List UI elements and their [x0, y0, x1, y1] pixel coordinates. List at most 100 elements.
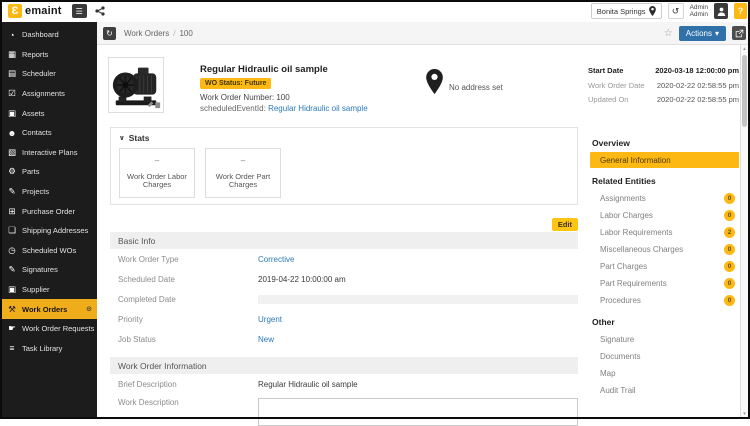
help-button[interactable]: ?	[734, 3, 747, 19]
right-nav-item-assignments[interactable]: Assignments0	[590, 190, 739, 207]
sitemap-share-button[interactable]	[95, 6, 105, 16]
right-nav-item-map[interactable]: Map	[590, 365, 739, 382]
sidebar-item-work-orders[interactable]: ⚒Work Orders⊙	[0, 299, 97, 319]
sidebar-item-parts[interactable]: ⚙Parts	[0, 162, 97, 182]
purchase-order-icon: ⊞	[7, 206, 17, 217]
sidebar-item-purchase-order[interactable]: ⊞ Purchase Order	[0, 201, 97, 221]
hamburger-menu-button[interactable]: ☰	[72, 4, 87, 18]
count-badge: 0	[724, 295, 735, 306]
user-first-name: Admin	[690, 4, 708, 11]
sidebar-item-label: Supplier	[22, 285, 50, 294]
right-nav-item-labor-charges[interactable]: Labor Charges0	[590, 207, 739, 224]
stats-header[interactable]: ∨ Stats	[111, 128, 577, 146]
field-row-job-status: Job StatusNew	[110, 329, 578, 349]
field-input-work-description[interactable]	[258, 398, 578, 426]
field-value-priority[interactable]: Urgent	[258, 315, 578, 324]
breadcrumb: Work Orders / 100	[124, 29, 193, 38]
sidebar-item-contacts[interactable]: ☻Contacts	[0, 123, 97, 143]
shipping-addresses-icon: ❏	[7, 225, 17, 236]
stat-label: Work Order Part Charges	[206, 173, 280, 190]
right-nav-header-other: Other	[592, 317, 739, 327]
scrollbar-thumb[interactable]	[742, 55, 747, 127]
field-label: Completed Date	[118, 295, 258, 304]
share-icon	[95, 6, 105, 16]
right-nav-item-documents[interactable]: Documents	[590, 348, 739, 365]
sidebar-item-assets[interactable]: ▣Assets	[0, 103, 97, 123]
stats-title: Stats	[129, 133, 150, 143]
sidebar-item-label: Purchase Order	[22, 207, 75, 216]
date-value: 2020-02-22 02:58:55 pm	[657, 93, 739, 108]
user-menu-button[interactable]	[714, 3, 728, 19]
field-row-scheduled-date: Scheduled Date2019-04-22 10:00:00 am	[110, 269, 578, 289]
sidebar-item-task-library[interactable]: ≡Task Library	[0, 339, 97, 359]
site-name: Bonita Springs	[597, 7, 646, 16]
trash-icon	[155, 102, 160, 108]
right-nav-item-procedures[interactable]: Procedures0	[590, 292, 739, 309]
user-last-name: Admin	[690, 11, 708, 18]
sidebar-item-interactive-plans[interactable]: ▧Interactive Plans	[0, 143, 97, 163]
right-nav-item-general-information[interactable]: General Information	[590, 152, 739, 168]
stat-card-work-order-part-charges: –Work Order Part Charges	[205, 148, 281, 198]
person-icon	[717, 7, 726, 16]
scroll-down-arrow[interactable]: ▼	[741, 411, 748, 416]
sidebar-item-projects[interactable]: ✎Projects	[0, 182, 97, 202]
right-nav-item-label: Miscellaneous Charges	[600, 245, 683, 254]
work-orders-icon: ⚒	[7, 304, 17, 315]
field-value-scheduled-date: 2019-04-22 10:00:00 am	[258, 275, 578, 284]
empty-field-completed-date[interactable]	[258, 295, 578, 304]
sidebar-item-dashboard[interactable]: ◔Dashboard	[0, 25, 97, 45]
sidebar-item-assignments[interactable]: ☑Assignments	[0, 84, 97, 104]
external-link-icon	[735, 29, 744, 38]
asset-photo[interactable]	[108, 57, 164, 113]
sidebar-item-scheduled-wos[interactable]: ◷Scheduled WOs	[0, 241, 97, 261]
site-selector[interactable]: Bonita Springs	[591, 3, 662, 19]
right-nav-item-miscellaneous-charges[interactable]: Miscellaneous Charges0	[590, 241, 739, 258]
scheduled-wos-icon: ◷	[7, 245, 17, 256]
right-nav-item-labor-requirements[interactable]: Labor Requirements2	[590, 224, 739, 241]
address-pin	[426, 69, 443, 99]
sidebar-item-label: Signatures	[22, 265, 58, 274]
sidebar-item-label: Assignments	[22, 89, 65, 98]
refresh-button[interactable]: ↻	[103, 27, 116, 40]
scroll-up-arrow[interactable]: ▲	[741, 46, 748, 51]
sidebar-item-signatures[interactable]: ✎Signatures	[0, 260, 97, 280]
supplier-icon: ▣	[7, 284, 17, 295]
right-nav-item-label: Part Requirements	[600, 279, 667, 288]
field-row-brief-description: Brief DescriptionRegular Hidraulic oil s…	[110, 374, 578, 394]
breadcrumb-section[interactable]: Work Orders	[124, 29, 169, 38]
date-row-start-date: Start Date2020-03-18 12:00:00 pm	[588, 64, 739, 79]
right-nav-item-label: Part Charges	[600, 262, 647, 271]
date-label: Updated On	[588, 93, 628, 108]
popout-button[interactable]	[732, 26, 746, 40]
history-button[interactable]: ↺	[668, 3, 684, 19]
top-bar-right: Bonita Springs ↺ Admin Admin ?	[591, 3, 747, 19]
sidebar-item-label: Work Order Requests	[22, 324, 94, 333]
right-nav-item-label: Signature	[600, 335, 634, 344]
count-badge: 0	[724, 193, 735, 204]
sidebar-item-shipping-addresses[interactable]: ❏Shipping Addresses	[0, 221, 97, 241]
actions-button[interactable]: Actions ▾	[679, 26, 726, 41]
right-nav-item-audit-trail[interactable]: Audit Trail	[590, 382, 739, 399]
right-nav-item-label: Documents	[600, 352, 640, 361]
scheduled-event-link[interactable]: Regular Hidraulic oil sample	[268, 104, 368, 113]
scheduled-event-label: scheduledEventId:	[200, 104, 266, 113]
favorite-star-icon[interactable]: ☆	[664, 28, 673, 39]
sidebar-item-scheduler[interactable]: ▤Scheduler	[0, 64, 97, 84]
field-row-work-description: Work Description	[110, 394, 578, 426]
right-nav-item-part-requirements[interactable]: Part Requirements0	[590, 275, 739, 292]
right-nav-header-related-entities: Related Entities	[592, 176, 739, 186]
stat-label: Work Order Labor Charges	[120, 173, 194, 190]
sidebar-item-work-order-requests[interactable]: ☛Work Order Requests	[0, 319, 97, 339]
sidebar-item-label: Parts	[22, 167, 40, 176]
vertical-scrollbar[interactable]: ▲ ▼	[740, 45, 748, 417]
sidebar-item-supplier[interactable]: ▣ Supplier	[0, 280, 97, 300]
right-nav-item-part-charges[interactable]: Part Charges0	[590, 258, 739, 275]
sidebar-item-reports[interactable]: ▦Reports	[0, 45, 97, 65]
right-nav-item-signature[interactable]: Signature	[590, 331, 739, 348]
refresh-icon: ↻	[106, 29, 113, 38]
field-value-work-order-type[interactable]: Corrective	[258, 255, 578, 264]
date-row-work-order-date: Work Order Date2020-02-22 02:58:55 pm	[588, 79, 739, 94]
basic-info-header: Basic Info	[110, 232, 578, 249]
edit-button[interactable]: Edit	[552, 218, 578, 231]
field-value-job-status[interactable]: New	[258, 335, 578, 344]
